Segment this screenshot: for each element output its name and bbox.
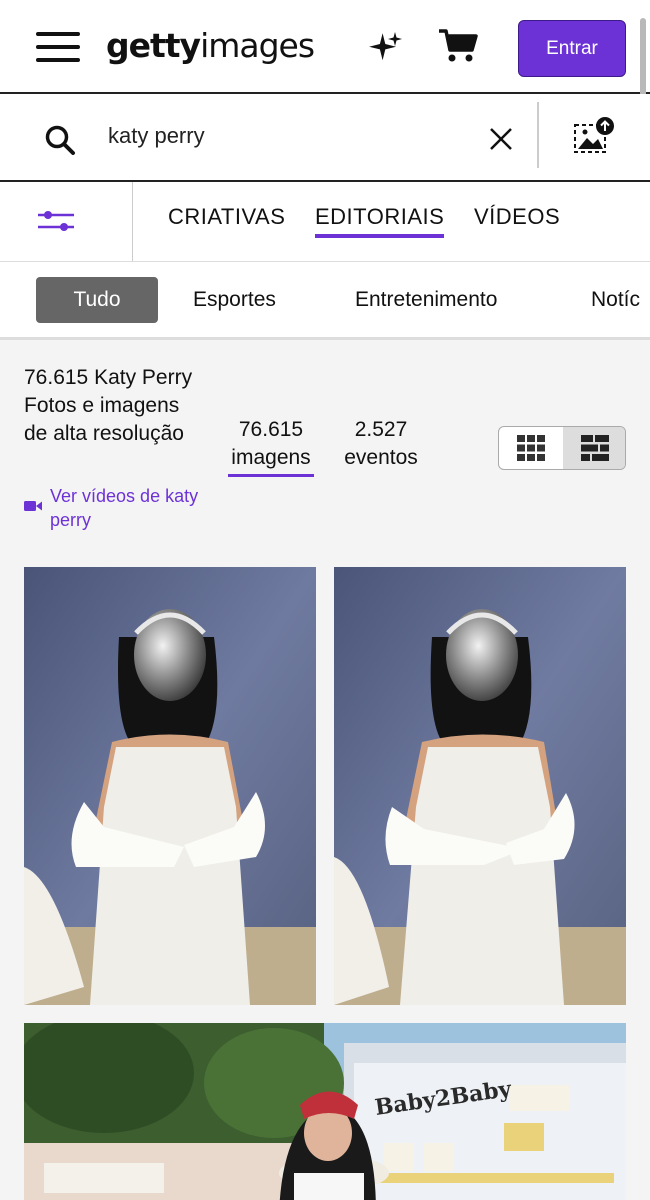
events-count-tab[interactable]: 2.527 eventos <box>338 416 424 472</box>
category-entretenimento[interactable]: Entretenimento <box>355 277 497 323</box>
login-button[interactable]: Entrar <box>518 20 626 77</box>
results-title: 76.615 Katy Perry Fotos e imagens de alt… <box>24 366 193 445</box>
result-image-2[interactable] <box>334 567 626 1005</box>
events-count: 2.527 <box>354 418 408 441</box>
masked-figure-photo <box>24 567 316 1005</box>
filter-sliders-icon[interactable] <box>36 206 76 236</box>
search-input[interactable] <box>108 116 468 156</box>
tab-editoriais[interactable]: EDITORIAIS <box>315 204 445 238</box>
tab-videos[interactable]: VÍDEOS <box>474 204 560 230</box>
grid-view-button[interactable] <box>499 427 563 469</box>
category-filter-row: Tudo Esportes Entretenimento Notíc <box>0 262 650 340</box>
tab-criativas[interactable]: CRIATIVAS <box>168 204 285 230</box>
category-esportes[interactable]: Esportes <box>193 277 276 323</box>
search-bar <box>0 94 650 182</box>
visual-search-icon[interactable] <box>572 116 618 156</box>
grid-view-icon <box>517 435 545 461</box>
images-count-tab[interactable]: 76.615 imagens <box>228 416 314 477</box>
mosaic-view-button[interactable] <box>563 427 625 469</box>
logo-bold-text: getty <box>106 26 201 65</box>
logo-light-text: images <box>200 26 315 65</box>
content-type-tabs: CRIATIVAS EDITORIAIS VÍDEOS <box>0 182 650 262</box>
view-mode-toggle <box>498 426 626 470</box>
menu-icon[interactable] <box>36 30 80 64</box>
search-icon[interactable] <box>44 124 76 156</box>
sparkles-icon[interactable] <box>364 30 404 70</box>
masked-figure-photo-2 <box>334 567 626 1005</box>
event-photo: Baby2Baby <box>24 1023 626 1200</box>
mosaic-view-icon <box>580 435 609 461</box>
tabs-divider <box>132 182 133 261</box>
cart-icon[interactable] <box>438 28 478 64</box>
events-label: eventos <box>344 446 418 469</box>
images-count: 76.615 <box>238 418 304 441</box>
close-icon[interactable] <box>488 126 514 152</box>
category-tudo[interactable]: Tudo <box>36 277 158 323</box>
getty-images-logo[interactable]: gettyimages <box>106 26 315 66</box>
result-image-3[interactable]: Baby2Baby <box>24 1023 626 1200</box>
search-divider <box>537 102 539 168</box>
images-label: imagens <box>231 446 311 469</box>
video-camera-icon <box>24 501 42 511</box>
top-header: gettyimages Entrar <box>0 0 650 120</box>
video-link-text: Ver vídeos de katy perry <box>50 486 199 530</box>
result-image-1[interactable] <box>24 567 316 1005</box>
category-noticias[interactable]: Notíc <box>591 277 640 323</box>
